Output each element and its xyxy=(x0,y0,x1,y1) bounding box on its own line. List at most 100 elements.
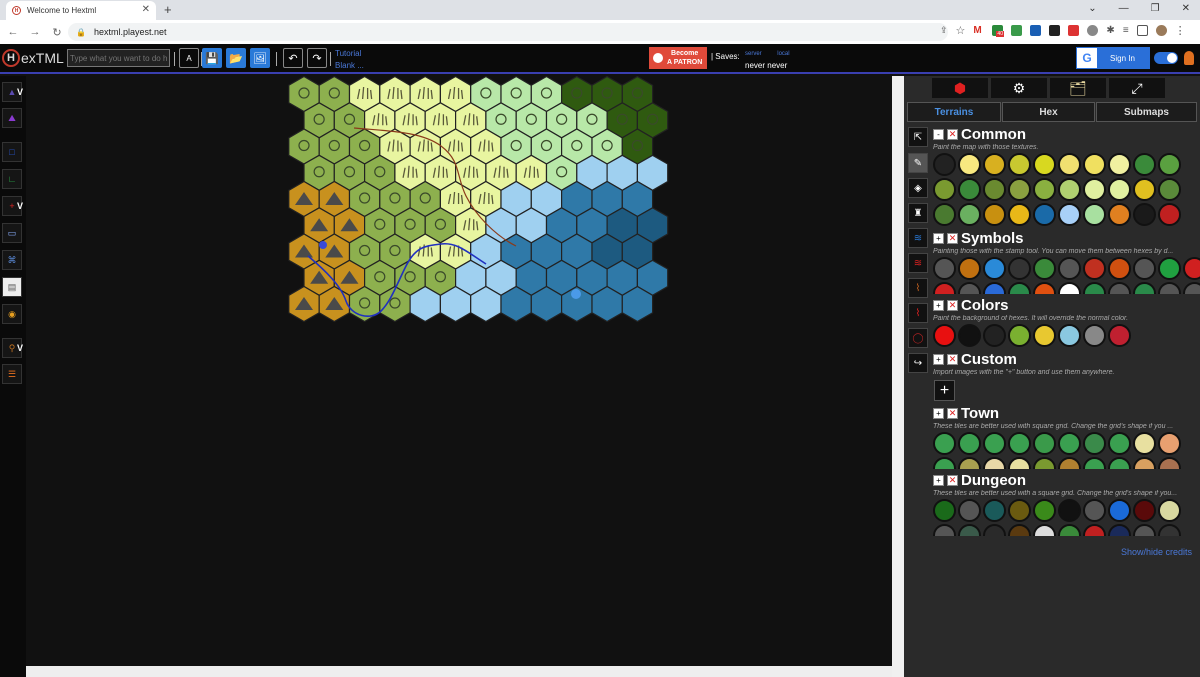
dungeon-swatch[interactable] xyxy=(1033,499,1056,522)
brush-tool-button[interactable]: ✎ xyxy=(908,153,928,173)
profile-avatar-icon[interactable] xyxy=(1155,25,1167,36)
open-button[interactable]: 📂 xyxy=(226,48,246,68)
town-swatch[interactable] xyxy=(1133,457,1156,469)
dungeon-swatch[interactable] xyxy=(983,499,1006,522)
terrain-swatch[interactable] xyxy=(1108,153,1131,176)
erase-tool-button[interactable]: ◯ xyxy=(908,328,928,348)
dungeon-swatch[interactable] xyxy=(1008,499,1031,522)
hex-map[interactable] xyxy=(26,76,892,666)
dungeon-swatch[interactable] xyxy=(1083,524,1106,536)
color-wheel-button[interactable]: ◉ xyxy=(2,304,22,324)
dungeon-swatch[interactable] xyxy=(1158,524,1181,536)
files-button[interactable]: 🗂 xyxy=(1050,78,1106,98)
new-tab-button[interactable]: + xyxy=(164,2,172,17)
dungeon-swatch[interactable] xyxy=(1108,524,1131,536)
symbol-swatch[interactable] xyxy=(958,257,981,280)
symbol-swatch[interactable] xyxy=(1083,257,1106,280)
dungeon-swatch[interactable] xyxy=(958,524,981,536)
river-tool-button[interactable]: ≋ xyxy=(908,228,928,248)
command-search-input[interactable] xyxy=(67,49,170,67)
terrain-swatch[interactable] xyxy=(1158,153,1181,176)
note-tool-button[interactable]: ▤ xyxy=(2,277,22,297)
terrain-swatch[interactable] xyxy=(1108,203,1131,226)
symbol-swatch[interactable] xyxy=(1058,282,1081,294)
tab-submaps[interactable]: Submaps xyxy=(1096,102,1197,122)
town-swatch[interactable] xyxy=(983,457,1006,469)
side-panel-icon[interactable] xyxy=(1136,25,1148,36)
reload-icon[interactable]: ↻ xyxy=(48,26,66,39)
terrain-swatch[interactable] xyxy=(1058,153,1081,176)
gmail-icon[interactable]: M xyxy=(973,25,985,36)
search-visibility-toggle[interactable]: V xyxy=(17,343,23,353)
tab-search-icon[interactable]: ⌄ xyxy=(1088,3,1096,14)
symbol-swatch[interactable] xyxy=(1158,282,1181,294)
town-swatch[interactable] xyxy=(1058,432,1081,455)
remove-colors-icon[interactable]: ✕ xyxy=(947,300,958,311)
terrain-swatch[interactable] xyxy=(958,153,981,176)
remove-common-icon[interactable]: ✕ xyxy=(947,129,958,140)
town-swatch[interactable] xyxy=(1083,432,1106,455)
town-swatch[interactable] xyxy=(1108,432,1131,455)
collapse-common-button[interactable]: - xyxy=(933,129,944,140)
town-swatch[interactable] xyxy=(933,432,956,455)
show-hide-credits-link[interactable]: Show/hide credits xyxy=(1121,547,1192,557)
expand-colors-button[interactable]: + xyxy=(933,300,944,311)
town-swatch[interactable] xyxy=(1158,457,1181,469)
remove-custom-icon[interactable]: ✕ xyxy=(947,354,958,365)
symbol-swatch[interactable] xyxy=(933,257,956,280)
symbol-swatch[interactable] xyxy=(1183,282,1200,294)
terrain-swatch[interactable] xyxy=(1083,178,1106,201)
arrow-tool-button[interactable]: ↪ xyxy=(908,353,928,373)
dungeon-swatch[interactable] xyxy=(1058,524,1081,536)
select-tool-button[interactable]: ⇱ xyxy=(908,127,928,147)
forward-icon[interactable]: → xyxy=(26,26,44,38)
expand-dungeon-button[interactable]: + xyxy=(933,475,944,486)
tab-hex[interactable]: Hex xyxy=(1002,102,1095,122)
dungeon-swatch[interactable] xyxy=(1083,499,1106,522)
redo-button[interactable]: ↷ xyxy=(307,48,327,68)
symbol-swatch[interactable] xyxy=(983,257,1006,280)
town-swatch[interactable] xyxy=(1033,432,1056,455)
dungeon-swatch[interactable] xyxy=(1008,524,1031,536)
town-swatch[interactable] xyxy=(1008,457,1031,469)
extension-green-icon[interactable] xyxy=(1011,25,1023,36)
menu-kebab-icon[interactable]: ⋮ xyxy=(1175,24,1186,37)
symbol-swatch[interactable] xyxy=(933,282,956,294)
extension-dark-icon[interactable] xyxy=(1049,25,1061,36)
settings-button[interactable]: ⚙ xyxy=(991,78,1047,98)
terrain-swatch[interactable] xyxy=(1158,203,1181,226)
save-button[interactable]: 💾 xyxy=(202,48,222,68)
water-marker-icon[interactable] xyxy=(571,289,581,299)
blank-map-link[interactable]: Blank ... xyxy=(335,60,364,72)
expand-custom-button[interactable]: + xyxy=(933,354,944,365)
browser-tab[interactable]: H Welcome to Hextml ✕ xyxy=(6,1,156,20)
tab-terrains[interactable]: Terrains xyxy=(907,102,1001,122)
extension-red-icon[interactable] xyxy=(1068,25,1080,36)
minimize-icon[interactable]: — xyxy=(1119,3,1129,14)
terrain-swatch[interactable] xyxy=(933,178,956,201)
map-canvas[interactable] xyxy=(26,76,892,666)
dungeon-swatch[interactable] xyxy=(933,524,956,536)
terrain-swatch[interactable] xyxy=(958,203,981,226)
close-window-icon[interactable]: ✕ xyxy=(1182,3,1190,14)
export-image-button[interactable]: 🖼 xyxy=(250,48,270,68)
tutorial-link[interactable]: Tutorial xyxy=(335,48,364,60)
url-field[interactable]: 🔒 hextml.playest.net xyxy=(68,23,948,41)
share-icon[interactable]: ⇪ xyxy=(940,25,948,36)
puzzle-icon[interactable]: ✱ xyxy=(1106,25,1114,36)
symbol-swatch[interactable] xyxy=(958,282,981,294)
terrain-swatch[interactable] xyxy=(1108,178,1131,201)
color-swatch[interactable] xyxy=(1058,324,1081,347)
symbol-swatch[interactable] xyxy=(1033,282,1056,294)
maximize-icon[interactable]: ❐ xyxy=(1151,3,1160,14)
town-swatch[interactable] xyxy=(983,432,1006,455)
dungeon-swatch[interactable] xyxy=(1058,499,1081,522)
terrain-swatch[interactable] xyxy=(1033,203,1056,226)
terrain-swatch[interactable] xyxy=(958,178,981,201)
list-tool-button[interactable]: ☰ xyxy=(2,364,22,384)
symbol-swatch[interactable] xyxy=(1108,282,1131,294)
path-brush-button[interactable]: ⌇ xyxy=(908,278,928,298)
dungeon-swatch[interactable] xyxy=(1133,524,1156,536)
reading-list-icon[interactable]: ≡ xyxy=(1123,25,1129,36)
undo-button[interactable]: ↶ xyxy=(283,48,303,68)
